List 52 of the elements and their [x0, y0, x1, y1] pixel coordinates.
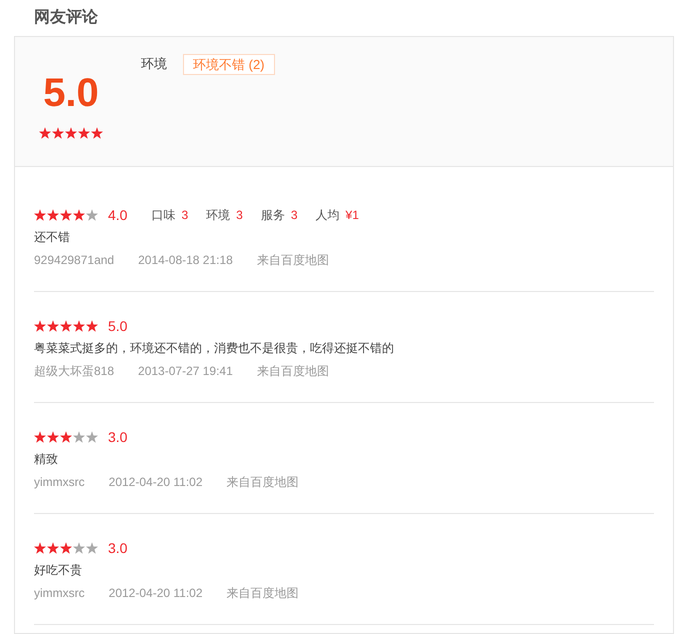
username: yimmxsrc [34, 474, 85, 491]
filled-star-icon [47, 431, 59, 443]
review-text: 还不错 [34, 229, 71, 246]
rating-value: 3 [181, 207, 188, 224]
filled-star-icon [47, 320, 59, 332]
filled-star-icon [34, 320, 46, 332]
review-text: 精致 [34, 451, 59, 468]
filled-star-icon [86, 320, 98, 332]
filled-star-icon [39, 127, 51, 139]
filled-star-icon [91, 127, 103, 139]
category-label: 环境 [141, 55, 167, 74]
filled-star-icon [34, 431, 46, 443]
filled-star-icon [47, 542, 59, 554]
rating-value: 3 [290, 207, 298, 224]
review-text: 好吃不贵 [34, 562, 83, 579]
tag[interactable]: 环境不错 (2) [183, 54, 274, 74]
filled-star-icon [73, 320, 85, 332]
filled-star-icon [73, 209, 85, 221]
filled-star-icon [60, 209, 72, 221]
review-time: 2013-07-27 19:41 [138, 363, 233, 380]
review-time: 2012-04-20 11:02 [108, 474, 203, 491]
filled-star-icon [60, 542, 72, 554]
review-source: 来自百度地图 [256, 363, 329, 380]
review-score: 4.0 [108, 206, 128, 224]
filled-star-icon [60, 431, 72, 443]
review-score: 5.0 [108, 316, 128, 336]
review-time: 2014-08-18 21:18 [138, 252, 233, 269]
review-source: 来自百度地图 [256, 252, 329, 269]
username: 超级大坏蛋818 [34, 363, 114, 380]
filled-star-icon [78, 127, 90, 139]
filled-star-icon [34, 209, 46, 221]
filled-star-icon [52, 127, 64, 139]
username: yimmxsrc [34, 585, 85, 602]
average-score: 5.0 [43, 71, 99, 115]
filled-star-icon [65, 127, 77, 139]
username: 929429871and [34, 252, 114, 269]
filled-star-icon [34, 542, 46, 554]
review-text: 粤菜菜式挺多的，环境还不错的，消费也不是很贵，吃得还挺不错的 [34, 340, 395, 357]
review-source: 来自百度地图 [226, 585, 299, 602]
review-score: 3.0 [108, 428, 128, 446]
rating-value: 3 [236, 207, 243, 224]
review-score: 3.0 [108, 538, 128, 558]
review-time: 2012-04-20 11:02 [108, 585, 203, 602]
filled-star-icon [60, 320, 72, 332]
rating-label: 环境 [206, 207, 230, 224]
review-source: 来自百度地图 [226, 474, 299, 491]
rating-label: 人均 [316, 207, 340, 224]
rating-label: 口味 [151, 207, 176, 224]
filled-star-icon [47, 209, 59, 221]
section-title: 网友评论 [34, 9, 98, 26]
rating-label: 服务 [260, 207, 285, 224]
rating-value: ¥1 [346, 207, 359, 224]
